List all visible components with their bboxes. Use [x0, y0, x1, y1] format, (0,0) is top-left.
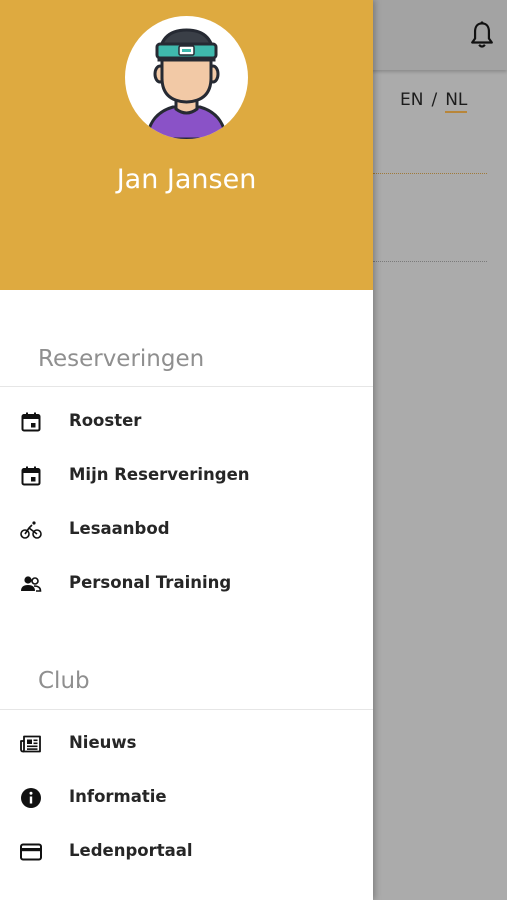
language-switcher: EN / NL [400, 90, 468, 113]
drawer-header: Jan Jansen [0, 0, 373, 290]
menu-item-label: Mijn Reserveringen [69, 465, 250, 484]
info-icon [21, 788, 41, 808]
menu-item-label: Ledenportaal [69, 841, 193, 860]
bell-icon[interactable] [468, 20, 496, 50]
avatar[interactable] [125, 16, 248, 139]
language-en[interactable]: EN [400, 90, 423, 110]
language-separator: / [431, 90, 438, 110]
divider-line [373, 173, 487, 174]
menu-item-informatie[interactable]: Informatie [0, 771, 373, 825]
menu-item-mijn-reserveringen[interactable]: Mijn Reserveringen [0, 449, 373, 503]
divider-line [373, 261, 487, 262]
language-nl[interactable]: NL [445, 90, 468, 113]
menu-item-nieuws[interactable]: Nieuws [0, 717, 373, 771]
section-divider [0, 709, 373, 710]
menu-item-label: Lesaanbod [69, 519, 170, 538]
navigation-drawer: Jan Jansen Reserveringen Rooster Mijn Re… [0, 0, 373, 900]
bicycle-icon [20, 521, 42, 539]
cyclist-avatar-icon [145, 28, 228, 139]
menu-item-rooster[interactable]: Rooster [0, 395, 373, 449]
calendar-icon [21, 412, 41, 432]
section-title-club: Club [38, 668, 90, 694]
menu-item-label: Rooster [69, 411, 142, 430]
menu-item-ledenportaal[interactable]: Ledenportaal [0, 825, 373, 879]
credit-card-icon [20, 843, 42, 861]
menu-item-label: Informatie [69, 787, 167, 806]
newspaper-icon [20, 735, 41, 753]
section-title-reserveringen: Reserveringen [38, 346, 205, 372]
menu-item-label: Nieuws [69, 733, 137, 752]
people-icon [21, 576, 42, 592]
user-name: Jan Jansen [116, 164, 257, 195]
menu-item-personal-training[interactable]: Personal Training [0, 557, 373, 611]
calendar-icon [21, 466, 41, 486]
menu-item-lesaanbod[interactable]: Lesaanbod [0, 503, 373, 557]
section-divider [0, 386, 373, 387]
menu-item-label: Personal Training [69, 573, 232, 592]
